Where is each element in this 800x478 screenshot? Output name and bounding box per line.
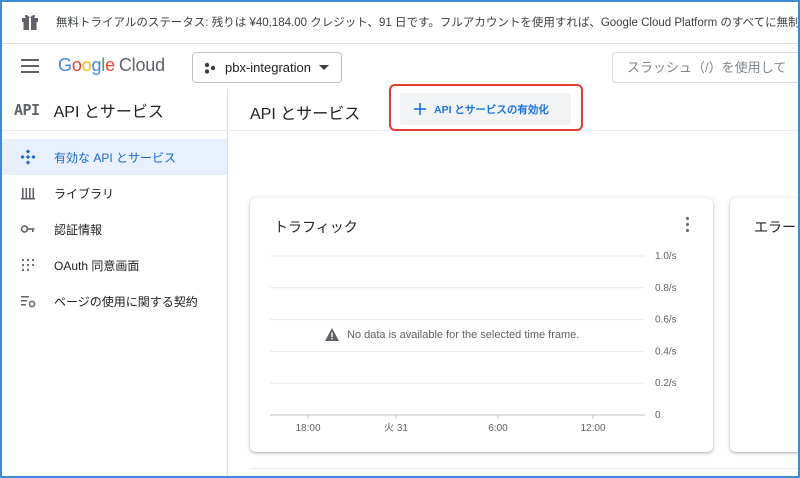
enable-apis-label: API とサービスの有効化 [434,103,549,116]
gift-icon [22,14,38,30]
errors-card-title: エラー [754,219,796,235]
settings-list-icon [21,296,36,308]
warning-icon [325,328,339,341]
sidebar-item-label: 有効な API とサービス [54,150,177,165]
search-input[interactable] [627,60,800,75]
sidebar-item-label: ページの使用に関する契約 [54,294,198,309]
x-tick-label: 火 31 [384,422,408,434]
sidebar-item-credentials[interactable]: 認証情報 [0,211,227,247]
sidebar-item-label: OAuth 同意画面 [54,258,140,273]
sidebar-item-oauth-consent[interactable]: OAuth 同意画面 [0,247,227,283]
project-name: pbx-integration [225,60,311,75]
api-logo-icon: API [14,100,40,119]
sidebar-item-page-usage-agreements[interactable]: ページの使用に関する契約 [0,283,227,319]
x-tick-label: 18:00 [295,423,320,434]
enable-apis-button[interactable]: API とサービスの有効化 [400,93,571,125]
traffic-card: 1.0/s 0.8/s 0.6/s 0.4/s 0.2/s 0 18:00 火 31 6:00 1… [250,198,713,452]
sidebar-nav: 有効な API とサービス ライブラリ 認証情報 OAuth 同意画面 ページの… [0,131,227,319]
main-menu-icon[interactable] [21,59,39,73]
trial-status-banner: 無料トライアルのステータス: 残りは ¥40,184.00 クレジット、91 日… [0,0,800,44]
google-cloud-logo[interactable]: Google Cloud [58,55,165,76]
project-dots-icon [204,62,216,74]
plus-icon [414,103,426,115]
y-tick-label: 0 [655,410,661,421]
sidebar: API API とサービス 有効な API とサービス ライブラリ 認証情報 O… [0,89,228,478]
sidebar-item-label: ライブラリ [54,186,115,201]
sidebar-item-library[interactable]: ライブラリ [0,175,227,211]
no-data-message: No data is available for the selected ti… [325,328,579,341]
page-title: API とサービス [250,106,361,123]
trial-status-text: 無料トライアルのステータス: 残りは ¥40,184.00 クレジット、91 日… [56,16,800,29]
traffic-card-title: トラフィック [274,219,358,235]
x-tick-label: 12:00 [580,423,605,434]
y-tick-label: 0.2/s [655,378,677,389]
sidebar-header: API API とサービス [0,89,227,131]
sidebar-title: API とサービス [53,103,164,121]
consent-grid-icon [21,258,35,272]
y-tick-label: 1.0/s [655,251,677,262]
sidebar-item-enabled-apis[interactable]: 有効な API とサービス [0,139,227,175]
y-tick-label: 0.6/s [655,315,677,326]
x-tick-label: 6:00 [488,423,508,434]
y-tick-label: 0.4/s [655,346,677,357]
sidebar-item-label: 認証情報 [54,222,103,237]
project-picker[interactable]: pbx-integration [192,52,342,83]
more-vert-icon[interactable] [681,217,693,235]
no-data-text: No data is available for the selected ti… [347,328,580,341]
logo-cloud: Cloud [118,55,165,75]
search-box[interactable] [612,52,800,83]
logo-google: Google [58,55,115,75]
key-icon [20,225,35,233]
library-icon [21,188,35,200]
y-tick-label: 0.8/s [655,283,677,294]
errors-card: エラー [730,198,800,452]
divider [250,468,800,469]
api-diamond-icon [20,149,36,165]
top-bar: Google Cloud pbx-integration [0,45,800,89]
chevron-down-icon [319,65,329,70]
